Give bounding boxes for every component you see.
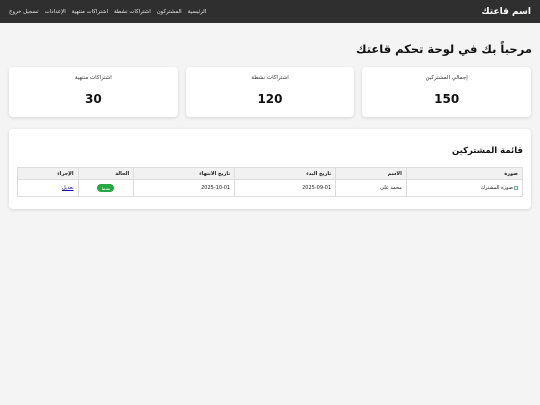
column-header-end-date: تاريخ الانتهاء (133, 167, 236, 180)
subscriber-end-date: 2025-10-01 (133, 179, 236, 197)
subscriber-name: محمد علي (335, 179, 407, 197)
status-badge: نشط (97, 184, 115, 192)
stat-value: 150 (434, 92, 460, 106)
top-navbar: اسم قاعتك الرئيسية المشتركون اشتراكات نش… (0, 0, 540, 23)
stats-row: إجمالي المشتركين 150 اشتراكات نشطة 120 ا… (8, 67, 531, 117)
column-header-photo: صورة (405, 167, 524, 180)
broken-image-icon (514, 185, 518, 190)
column-header-action: الإجراء (17, 167, 79, 180)
edit-link[interactable]: تعديل (62, 185, 74, 191)
nav-link-settings[interactable]: الإعدادات (45, 9, 66, 15)
stat-value: 120 (257, 92, 283, 106)
stat-card-expired-subscriptions: اشتراكات منتهية 30 (8, 67, 178, 117)
column-header-start-date: تاريخ البدء (234, 167, 337, 180)
subscriber-start-date: 2025-09-01 (234, 179, 337, 197)
stat-label: اشتراكات نشطة (251, 75, 289, 81)
subscribers-table: صورة الاسم تاريخ البدء تاريخ الانتهاء ال… (17, 167, 524, 197)
subscriber-action-cell: تعديل (17, 179, 79, 197)
stat-card-active-subscriptions: اشتراكات نشطة 120 (185, 67, 355, 117)
main-nav: الرئيسية المشتركون اشتراكات نشطة اشتراكا… (9, 9, 206, 15)
stat-label: إجمالي المشتركين (425, 75, 468, 81)
subscribers-panel: قائمة المشتركين صورة الاسم تاريخ البدء ت… (9, 129, 531, 209)
column-header-status: الحالة (77, 167, 135, 180)
column-header-name: الاسم (335, 167, 407, 180)
stat-label: اشتراكات منتهية (74, 75, 112, 81)
nav-link-subscribers[interactable]: المشتركون (157, 9, 182, 15)
nav-link-expired-subscriptions[interactable]: اشتراكات منتهية (72, 9, 108, 15)
stat-value: 30 (84, 92, 102, 106)
nav-link-active-subscriptions[interactable]: اشتراكات نشطة (114, 9, 151, 15)
subscriber-photo-cell: صورة المشترك (405, 179, 524, 197)
nav-link-home[interactable]: الرئيسية (188, 9, 207, 15)
page-title: مرحباً بك في لوحة تحكم قاعتك (356, 42, 532, 56)
stat-card-total-subscribers: إجمالي المشتركين 150 (362, 67, 531, 117)
nav-link-logout[interactable]: تسجيل خروج (9, 9, 39, 15)
subscriber-status-cell: نشط (77, 179, 135, 197)
subscriber-photo-alt: صورة المشترك (480, 185, 513, 191)
table-header-row: صورة الاسم تاريخ البدء تاريخ الانتهاء ال… (17, 167, 524, 180)
table-row: صورة المشترك محمد علي 2025-09-01 2025-10… (17, 179, 524, 197)
subscribers-title: قائمة المشتركين (451, 146, 523, 156)
brand-logo-text[interactable]: اسم قاعتك (481, 7, 531, 17)
